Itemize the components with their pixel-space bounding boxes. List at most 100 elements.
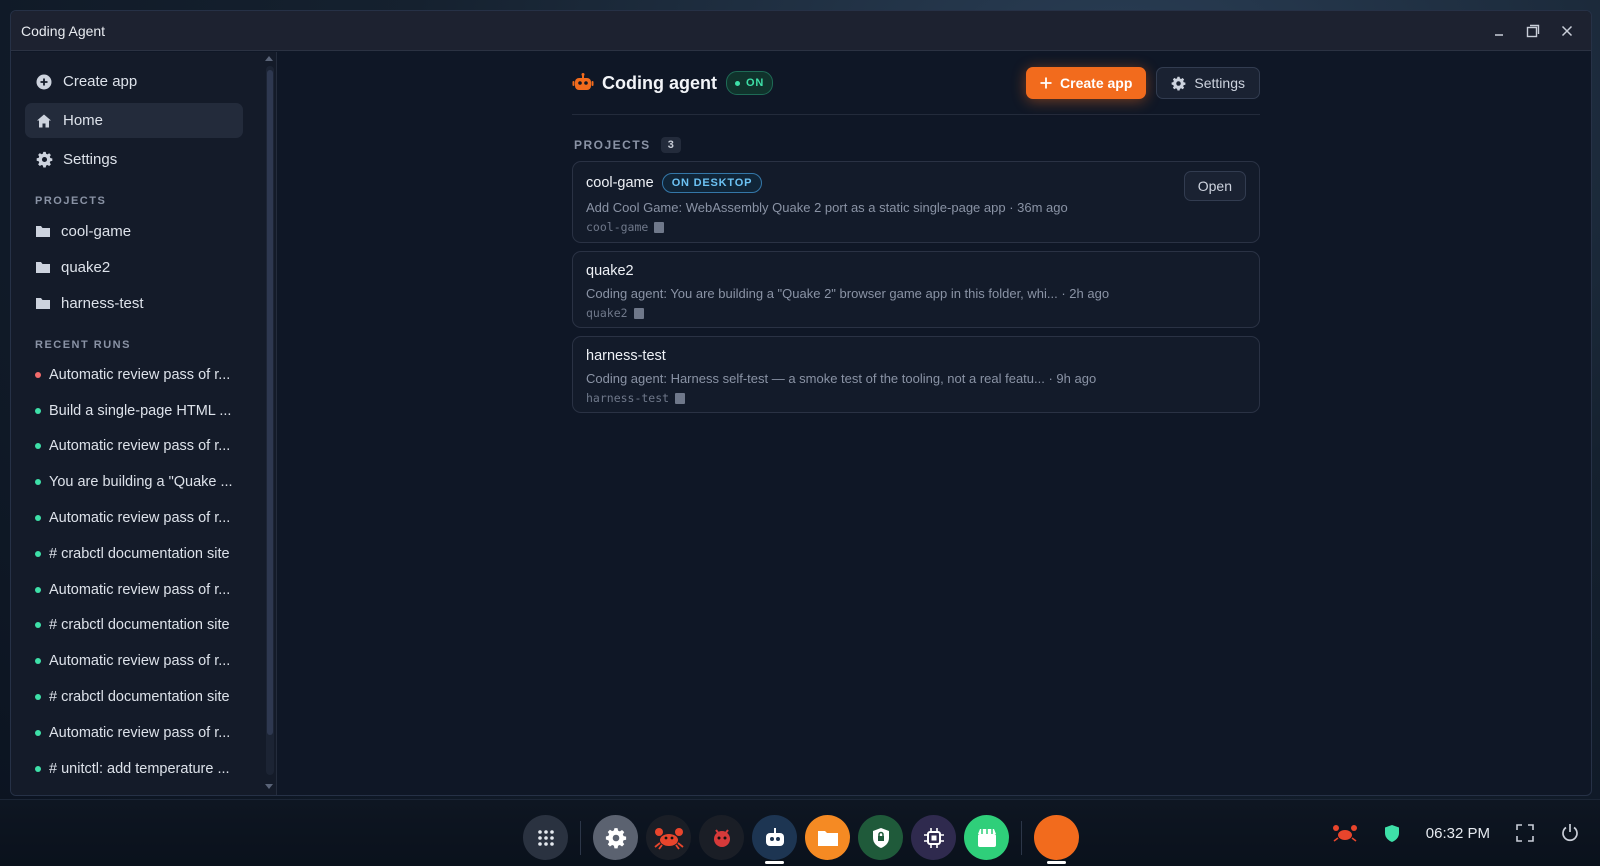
- minimize-button[interactable]: [1485, 17, 1513, 45]
- dock-separator: [580, 820, 581, 855]
- project-name: quake2: [586, 263, 634, 279]
- projects-header: PROJECTS 3: [574, 137, 1260, 153]
- crab-app-icon[interactable]: [646, 815, 691, 860]
- run-status-dot: [35, 371, 41, 378]
- recent-run-item[interactable]: Build a single-page HTML ...: [25, 393, 276, 429]
- run-label: # crabctl documentation site: [49, 689, 230, 706]
- status-dot: [735, 80, 740, 86]
- project-description: Coding agent: Harness self-test — a smok…: [586, 371, 1097, 386]
- recent-run-item[interactable]: Automatic review pass of r...: [25, 572, 276, 608]
- robot-app-icon[interactable]: [752, 815, 797, 864]
- maximize-button[interactable]: [1519, 17, 1547, 45]
- recent-run-item[interactable]: # unitctl: add temperature ...: [25, 751, 276, 787]
- scroll-down-arrow[interactable]: [265, 784, 273, 789]
- run-status-dot: [35, 550, 41, 557]
- store-app-icon[interactable]: [964, 815, 1009, 860]
- dock: [523, 815, 1079, 864]
- projects-label: PROJECTS: [574, 138, 651, 152]
- recent-run-item[interactable]: # crabctl documentation site: [25, 536, 276, 572]
- close-icon: [1561, 25, 1573, 36]
- home-icon: [35, 112, 53, 130]
- run-label: Build a single-page HTML ...: [49, 402, 232, 419]
- dock-separator: [1021, 820, 1022, 855]
- orange-app-icon[interactable]: [1034, 815, 1079, 864]
- recent-run-item[interactable]: Automatic review pass of r...: [25, 715, 276, 751]
- projects-count-badge: 3: [660, 137, 681, 153]
- shield-tray-icon[interactable]: [1384, 824, 1400, 843]
- project-card-harness-test[interactable]: harness-test Coding agent: Harness self-…: [572, 336, 1260, 413]
- page-title: Coding agent: [602, 72, 717, 93]
- project-label: quake2: [61, 258, 111, 276]
- nav-settings[interactable]: Settings: [25, 142, 243, 177]
- app-window: Coding Agent Create app Home Settings PR…: [10, 10, 1592, 796]
- nav-create-app[interactable]: Create app: [25, 64, 243, 99]
- plus-circle-icon: [35, 73, 53, 91]
- project-name: cool-game: [586, 175, 654, 191]
- crab-tray-icon[interactable]: [1332, 823, 1358, 843]
- run-label: # unitctl: add temperature ...: [49, 760, 230, 777]
- shield-app-icon[interactable]: [858, 815, 903, 860]
- scrollbar-thumb[interactable]: [267, 70, 273, 735]
- copy-icon[interactable]: [633, 307, 644, 319]
- scroll-up-arrow[interactable]: [265, 56, 273, 61]
- power-icon[interactable]: [1560, 823, 1580, 843]
- recent-run-item[interactable]: Automatic review pass of r...: [25, 500, 276, 536]
- run-status-dot: [35, 622, 41, 629]
- recent-run-item[interactable]: Automatic review pass of r...: [25, 357, 276, 393]
- folder-icon: [36, 262, 50, 273]
- run-status-dot: [35, 765, 41, 772]
- settings-label: Settings: [1194, 75, 1245, 91]
- sidebar-project-harness-test[interactable]: harness-test: [25, 285, 276, 321]
- settings-button[interactable]: Settings: [1156, 67, 1260, 99]
- recent-runs-label: RECENT RUNS: [35, 339, 131, 351]
- files-app-icon[interactable]: [805, 815, 850, 860]
- nav-home[interactable]: Home: [25, 103, 243, 138]
- run-status-dot: [35, 479, 41, 486]
- recent-run-item[interactable]: Automatic review pass of r...: [25, 643, 276, 679]
- settings-app-icon[interactable]: [593, 815, 638, 860]
- recent-run-item[interactable]: # crabctl documentation site: [25, 679, 276, 715]
- run-status-dot: [35, 694, 41, 701]
- sidebar-scrollbar[interactable]: [266, 66, 274, 775]
- close-button[interactable]: [1553, 17, 1581, 45]
- run-label: Automatic review pass of r...: [49, 366, 231, 383]
- sidebar-project-quake2[interactable]: quake2: [25, 249, 276, 285]
- nav-label: Home: [63, 112, 104, 129]
- nav-label: Create app: [63, 73, 138, 90]
- open-button[interactable]: Open: [1183, 171, 1246, 201]
- project-card-quake2[interactable]: quake2 Coding agent: You are building a …: [572, 251, 1260, 328]
- copy-icon[interactable]: [654, 221, 665, 233]
- sidebar-project-cool-game[interactable]: cool-game: [25, 213, 276, 249]
- create-app-button[interactable]: Create app: [1026, 67, 1147, 99]
- plus-icon: [1040, 77, 1052, 89]
- maximize-icon: [1526, 24, 1540, 37]
- recent-run-item[interactable]: You are building a "Quake ...: [25, 464, 276, 500]
- folder-icon: [36, 226, 50, 237]
- fullscreen-icon[interactable]: [1516, 824, 1534, 842]
- chip-app-icon[interactable]: [911, 815, 956, 860]
- projects-section-label: PROJECTS: [35, 195, 107, 207]
- recent-run-item[interactable]: # crabctl documentation site: [25, 608, 276, 644]
- run-label: # crabctl documentation site: [49, 617, 230, 634]
- project-card-cool-game[interactable]: cool-game ON DESKTOP Add Cool Game: WebA…: [572, 161, 1260, 243]
- project-path: cool-game: [586, 220, 1246, 234]
- project-label: cool-game: [61, 222, 132, 240]
- clock: 06:32 PM: [1425, 824, 1490, 842]
- copy-icon[interactable]: [675, 392, 686, 404]
- nav-label: Settings: [63, 151, 118, 168]
- path-text: cool-game: [586, 220, 649, 234]
- run-label: Automatic review pass of r...: [49, 581, 231, 598]
- create-app-label: Create app: [1060, 75, 1133, 91]
- main-panel: Coding agent ON Create app Settings PROJ…: [278, 52, 1591, 795]
- app-launcher-icon[interactable]: [523, 815, 568, 860]
- status-badge: ON: [726, 71, 774, 95]
- page-header: Coding agent ON Create app Settings: [572, 52, 1260, 115]
- project-name: harness-test: [586, 348, 666, 364]
- project-description: Add Cool Game: WebAssembly Quake 2 port …: [586, 200, 1068, 215]
- recent-run-item[interactable]: Automatic review pass of r...: [25, 429, 276, 465]
- run-status-dot: [35, 586, 41, 593]
- sidebar: Create app Home Settings PROJECTS cool-g…: [11, 52, 277, 795]
- title-bar: Coding Agent: [11, 11, 1591, 51]
- path-text: harness-test: [586, 391, 670, 405]
- bug-app-icon[interactable]: [699, 815, 744, 860]
